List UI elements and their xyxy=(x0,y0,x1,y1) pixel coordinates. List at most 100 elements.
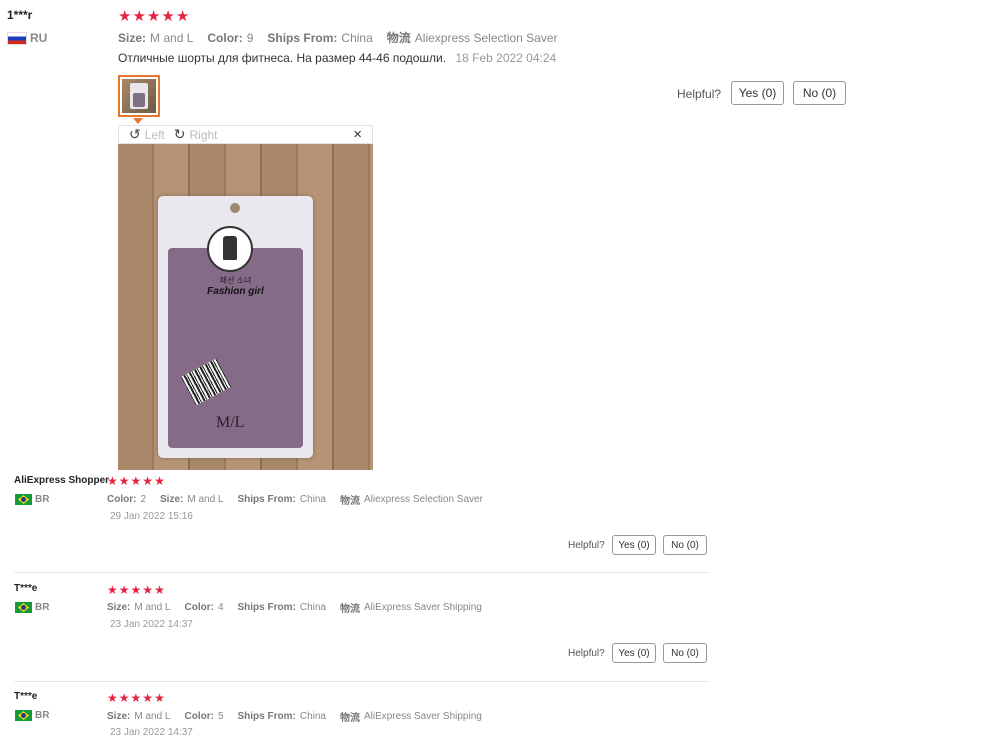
star-rating: ★ ★ ★ ★ ★ xyxy=(107,583,165,597)
country-code: BR xyxy=(35,602,50,613)
helpful-label: Helpful? xyxy=(568,648,605,659)
reviewer-country: BR xyxy=(15,602,49,613)
star-icon: ★ xyxy=(161,8,175,25)
thumbnail-image xyxy=(122,79,156,113)
helpful-yes-button[interactable]: Yes (0) xyxy=(612,535,656,555)
star-icon: ★ xyxy=(154,691,165,705)
attr-key: 物流 xyxy=(339,496,360,507)
rotate-left-icon: ↺ xyxy=(129,126,141,142)
star-icon: ★ xyxy=(118,691,130,705)
star-icon: ★ xyxy=(154,474,165,488)
star-icon: ★ xyxy=(146,8,161,25)
attr-key: 物流 xyxy=(386,31,411,45)
star-icon: ★ xyxy=(154,583,165,597)
helpful-yes-button[interactable]: Yes (0) xyxy=(731,81,784,105)
attr-key: Ships From: xyxy=(237,711,296,722)
review-text-line: Отличные шорты для фитнеса. На размер 44… xyxy=(118,51,556,65)
thumbnail-pointer xyxy=(133,118,143,124)
attr-value: 5 xyxy=(217,711,224,722)
rotate-left-button[interactable]: ↺ Left xyxy=(129,126,165,143)
rotate-right-button[interactable]: ↻ Right xyxy=(174,126,218,143)
attr-key: Color: xyxy=(107,494,137,505)
helpful-no-button[interactable]: No (0) xyxy=(793,81,846,105)
flag-br-icon xyxy=(15,710,32,721)
star-icon: ★ xyxy=(142,474,154,488)
attr-value: AliExpress Saver Shipping xyxy=(363,711,482,722)
star-icon: ★ xyxy=(142,691,154,705)
attr-value: M and L xyxy=(187,494,224,505)
attr-key: Color: xyxy=(207,30,243,45)
rotate-left-label: Left xyxy=(144,127,165,142)
package-brand-kr: 패션 소녀 xyxy=(219,276,252,285)
review-photo-large[interactable]: 패션 소녀 Fashion girl M/L xyxy=(118,144,373,470)
helpful-no-button[interactable]: No (0) xyxy=(663,535,707,555)
attr-value: M and L xyxy=(134,711,171,722)
review-attributes: Size: M and L Color: 5 Ships From: China 物流… xyxy=(107,709,496,724)
review-text: Отличные шорты для фитнеса. На размер 44… xyxy=(118,51,447,65)
attr-key: Size: xyxy=(118,30,147,45)
attr-value: Aliexpress Selection Saver xyxy=(363,494,483,505)
attr-value: China xyxy=(299,711,326,722)
star-icon: ★ xyxy=(130,691,142,705)
attr-key: Ships From: xyxy=(237,494,296,505)
attr-key: Color: xyxy=(184,711,214,722)
review-date: 23 Jan 2022 14:37 xyxy=(110,619,193,630)
star-icon: ★ xyxy=(130,474,142,488)
helpful-yes-button[interactable]: Yes (0) xyxy=(612,643,656,663)
review-attributes: Size: M and L Color: 9 Ships From: China 物流… xyxy=(118,29,572,46)
attr-key: Ships From: xyxy=(267,30,338,45)
photo-viewer-toolbar: ↺ Left ↻ Right × xyxy=(118,125,373,144)
helpful-label: Helpful? xyxy=(677,87,722,101)
star-rating: ★ ★ ★ ★ ★ xyxy=(107,474,165,488)
country-code: RU xyxy=(30,31,48,45)
attr-key: Size: xyxy=(107,711,131,722)
flag-br-icon xyxy=(15,494,32,505)
review-divider xyxy=(14,681,710,682)
close-icon[interactable]: × xyxy=(353,126,362,143)
reviewer-name: 1***r xyxy=(7,8,33,22)
reviewer-country: RU xyxy=(7,31,47,45)
star-icon: ★ xyxy=(118,8,132,25)
attr-key: 物流 xyxy=(339,713,360,724)
helpful-no-button[interactable]: No (0) xyxy=(663,643,707,663)
reviewer-name: AliExpress Shopper xyxy=(14,475,110,486)
review-attributes: Size: M and L Color: 4 Ships From: China 物流… xyxy=(107,600,496,615)
flag-ru-icon xyxy=(7,31,27,45)
attr-value: AliExpress Saver Shipping xyxy=(363,602,482,613)
attr-key: Size: xyxy=(107,602,131,613)
package-logo xyxy=(207,226,253,272)
attr-value: M and L xyxy=(134,602,171,613)
review-date: 23 Jan 2022 14:37 xyxy=(110,727,193,738)
attr-value: China xyxy=(299,494,326,505)
attr-key: Size: xyxy=(160,494,184,505)
reviewer-name: T***e xyxy=(14,691,38,702)
attr-value: 9 xyxy=(246,30,254,45)
star-icon: ★ xyxy=(118,583,130,597)
reviewer-country: BR xyxy=(15,494,49,505)
review-attributes: Color: 2 Size: M and L Ships From: China 物流… xyxy=(107,492,497,507)
review-photo-thumbnail[interactable] xyxy=(118,75,160,117)
star-icon: ★ xyxy=(118,474,130,488)
star-rating: ★ ★ ★ ★ ★ xyxy=(118,7,189,25)
package-brand: Fashion girl xyxy=(207,286,264,297)
star-icon: ★ xyxy=(130,583,142,597)
attr-value: M and L xyxy=(150,30,194,45)
attr-value: China xyxy=(341,30,373,45)
review-date: 18 Feb 2022 04:24 xyxy=(455,51,557,65)
package-bag: 패션 소녀 Fashion girl M/L xyxy=(158,196,313,458)
star-icon: ★ xyxy=(107,474,118,488)
star-icon: ★ xyxy=(175,8,190,25)
attr-key: Color: xyxy=(184,602,214,613)
reviewer-country: BR xyxy=(15,710,49,721)
country-code: BR xyxy=(35,494,50,505)
review-date: 29 Jan 2022 15:16 xyxy=(110,511,193,522)
rotate-right-icon: ↻ xyxy=(173,126,186,142)
attr-value: China xyxy=(299,602,326,613)
attr-key: Ships From: xyxy=(237,602,296,613)
attr-value: 4 xyxy=(217,602,224,613)
country-code: BR xyxy=(35,710,50,721)
rotate-right-label: Right xyxy=(189,127,218,142)
attr-key: 物流 xyxy=(339,604,360,615)
flag-br-icon xyxy=(15,602,32,613)
star-icon: ★ xyxy=(107,583,118,597)
